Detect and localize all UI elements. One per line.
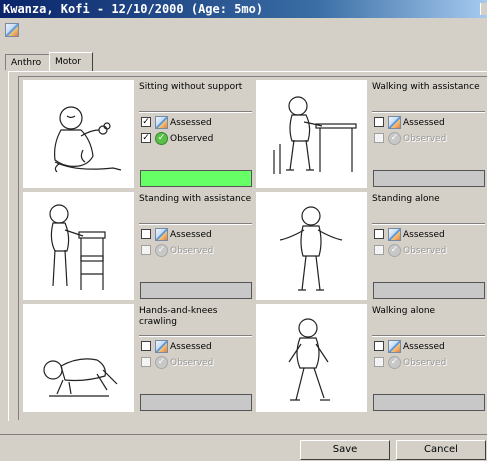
observed-row: ✓ Observed xyxy=(372,132,486,146)
window-title: Kwanza, Kofi - 12/10/2000 (Age: 5mo) xyxy=(3,2,264,16)
assessed-icon xyxy=(388,340,401,353)
crawling-baby-illustration xyxy=(23,304,134,412)
assessed-row[interactable]: Assessed xyxy=(139,228,253,242)
assessed-checkbox[interactable] xyxy=(141,341,151,351)
save-button[interactable]: Save xyxy=(300,440,390,460)
check-circle-icon: ✓ xyxy=(155,132,168,145)
observed-checkbox xyxy=(141,245,151,255)
milestone-sitting-without-support: Sitting without support ✓ Assessed ✓ ✓ O… xyxy=(23,80,253,190)
milestone-walking-with-assistance: Walking with assistance Assessed ✓ Obser… xyxy=(256,80,486,190)
tab-label: Anthro xyxy=(11,58,42,68)
observed-label: Observed xyxy=(403,246,447,256)
window-control-button[interactable] xyxy=(480,3,487,15)
assessed-row[interactable]: Assessed xyxy=(139,340,253,354)
check-circle-icon: ✓ xyxy=(388,132,401,145)
milestone-name: Hands-and-knees crawling xyxy=(139,306,218,327)
divider xyxy=(372,223,485,225)
assessed-checkbox[interactable] xyxy=(374,341,384,351)
milestone-standing-alone: Standing alone Assessed ✓ Observed xyxy=(256,192,486,302)
walking-assisted-baby-illustration xyxy=(256,80,367,188)
assessed-label: Assessed xyxy=(403,342,445,352)
observed-checkbox xyxy=(374,357,384,367)
observed-checkbox[interactable]: ✓ xyxy=(141,133,151,143)
assessed-label: Assessed xyxy=(403,118,445,128)
assessed-label: Assessed xyxy=(170,342,212,352)
status-indicator xyxy=(140,170,252,187)
observed-label: Observed xyxy=(403,134,447,144)
assessed-icon xyxy=(155,340,168,353)
standing-assisted-baby-illustration xyxy=(23,192,134,300)
check-circle-icon: ✓ xyxy=(155,356,168,369)
observed-row: ✓ Observed xyxy=(372,244,486,258)
assessed-checkbox[interactable] xyxy=(374,229,384,239)
milestone-name: Standing alone xyxy=(372,194,440,204)
observed-row[interactable]: ✓ ✓ Observed xyxy=(139,132,253,146)
chart-icon[interactable] xyxy=(5,23,19,37)
tab-anthro[interactable]: Anthro xyxy=(5,54,50,70)
observed-row: ✓ Observed xyxy=(139,244,253,258)
assessed-row[interactable]: Assessed xyxy=(372,228,486,242)
observed-label: Observed xyxy=(403,358,447,368)
status-indicator xyxy=(140,282,252,299)
milestone-name: Sitting without support xyxy=(139,82,243,92)
status-indicator xyxy=(373,282,485,299)
tab-motor[interactable]: Motor xyxy=(49,52,93,71)
assessed-icon xyxy=(155,228,168,241)
dialog-button-bar: Save Cancel xyxy=(0,434,487,461)
assessed-icon xyxy=(388,116,401,129)
assessed-checkbox[interactable]: ✓ xyxy=(141,117,151,127)
status-indicator xyxy=(373,394,485,411)
assessed-icon xyxy=(388,228,401,241)
assessed-row[interactable]: ✓ Assessed xyxy=(139,116,253,130)
cancel-button[interactable]: Cancel xyxy=(396,440,486,460)
assessed-label: Assessed xyxy=(403,230,445,240)
assessed-checkbox[interactable] xyxy=(141,229,151,239)
window-title-bar: Kwanza, Kofi - 12/10/2000 (Age: 5mo) xyxy=(0,0,487,18)
milestone-standing-with-assistance: Standing with assistance Assessed ✓ Obse… xyxy=(23,192,253,302)
check-circle-icon: ✓ xyxy=(155,244,168,257)
observed-label: Observed xyxy=(170,134,214,144)
assessed-label: Assessed xyxy=(170,118,212,128)
milestone-walking-alone: Walking alone Assessed ✓ Observed xyxy=(256,304,486,414)
milestone-hands-and-knees-crawling: Hands-and-knees crawling Assessed ✓ Obse… xyxy=(23,304,253,414)
check-circle-icon: ✓ xyxy=(388,356,401,369)
assessed-checkbox[interactable] xyxy=(374,117,384,127)
observed-checkbox xyxy=(374,245,384,255)
tab-label: Motor xyxy=(55,57,82,67)
observed-checkbox xyxy=(141,357,151,367)
observed-label: Observed xyxy=(170,358,214,368)
standing-alone-baby-illustration xyxy=(256,192,367,300)
divider xyxy=(139,223,252,225)
divider xyxy=(139,335,252,337)
divider xyxy=(372,335,485,337)
assessed-row[interactable]: Assessed xyxy=(372,116,486,130)
walking-alone-baby-illustration xyxy=(256,304,367,412)
milestone-name: Walking with assistance xyxy=(372,82,480,92)
assessed-row[interactable]: Assessed xyxy=(372,340,486,354)
divider xyxy=(372,111,485,113)
sitting-baby-illustration xyxy=(23,80,134,188)
check-circle-icon: ✓ xyxy=(388,244,401,257)
status-indicator xyxy=(140,394,252,411)
assessed-label: Assessed xyxy=(170,230,212,240)
milestone-name: Walking alone xyxy=(372,306,436,316)
toolbar xyxy=(0,18,487,46)
observed-checkbox xyxy=(374,133,384,143)
observed-row: ✓ Observed xyxy=(139,356,253,370)
observed-label: Observed xyxy=(170,246,214,256)
assessed-icon xyxy=(155,116,168,129)
milestone-name: Standing with assistance xyxy=(139,194,252,204)
divider xyxy=(139,111,252,113)
observed-row: ✓ Observed xyxy=(372,356,486,370)
status-indicator xyxy=(373,170,485,187)
